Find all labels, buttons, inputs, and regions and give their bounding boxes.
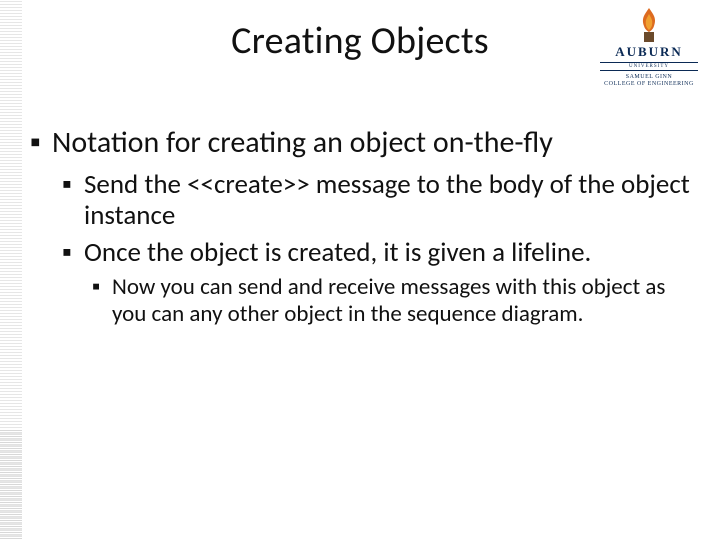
level3-group: ▪ Now you can send and receive messages …: [92, 274, 690, 329]
bullet-mark: ▪: [92, 274, 112, 329]
bullet-mark: ▪: [62, 237, 84, 268]
brand-subtitle-2-line2: COLLEGE OF ENGINEERING: [594, 81, 704, 88]
bullet-level3: ▪ Now you can send and receive messages …: [92, 274, 690, 329]
bullet-mark: ▪: [30, 126, 52, 161]
bullet-text: Notation for creating an object on-the-f…: [52, 126, 690, 161]
page-title: Creating Objects: [0, 18, 720, 64]
brand-subtitle-2: SAMUEL GINN COLLEGE OF ENGINEERING: [594, 74, 704, 88]
left-decorative-stripe: [0, 0, 22, 540]
content-area: ▪ Notation for creating an object on-the…: [30, 126, 690, 329]
bullet-text: Send the <<create>> message to the body …: [84, 169, 690, 231]
bullet-level1: ▪ Notation for creating an object on-the…: [30, 126, 690, 161]
bullet-mark: ▪: [62, 169, 84, 231]
bullet-text: Now you can send and receive messages wi…: [112, 274, 690, 329]
title-area: Creating Objects: [0, 18, 720, 64]
brand-subtitle-2-line1: SAMUEL GINN: [594, 74, 704, 81]
bullet-text: Once the object is created, it is given …: [84, 237, 690, 268]
bullet-level2: ▪ Once the object is created, it is give…: [62, 237, 690, 268]
level2-group: ▪ Send the <<create>> message to the bod…: [62, 169, 690, 329]
bullet-level2: ▪ Send the <<create>> message to the bod…: [62, 169, 690, 231]
slide: AUBURN UNIVERSITY SAMUEL GINN COLLEGE OF…: [0, 0, 720, 540]
